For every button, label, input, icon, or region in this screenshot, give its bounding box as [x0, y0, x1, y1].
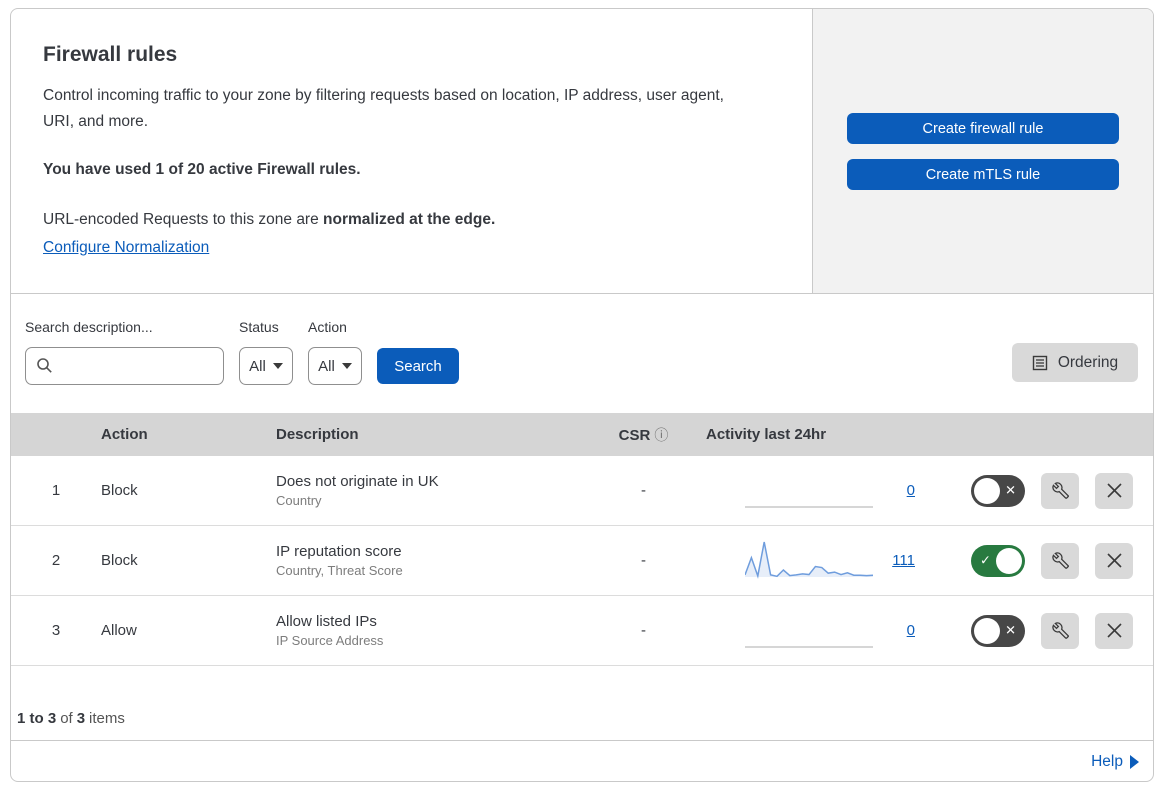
rule-controls: ✕: [921, 612, 1153, 649]
search-label: Search description...: [25, 319, 153, 335]
rule-description: Allow listed IPs: [276, 613, 377, 630]
info-icon[interactable]: ⓘ: [654, 427, 668, 443]
rule-description-cell: Allow listed IPs IP Source Address: [276, 613, 596, 648]
rule-description: Does not originate in UK: [276, 473, 439, 490]
page-title: Firewall rules: [43, 43, 178, 66]
rule-enabled-toggle[interactable]: ✓: [971, 544, 1025, 577]
create-mtls-rule-button[interactable]: Create mTLS rule: [847, 159, 1119, 190]
toggle-knob: [996, 547, 1022, 574]
cta-panel: Create firewall rule Create mTLS rule: [812, 9, 1153, 293]
chevron-down-icon: [272, 363, 283, 369]
delete-rule-button[interactable]: [1095, 472, 1133, 509]
rule-csr: -: [641, 482, 646, 499]
wrench-icon: [1051, 552, 1069, 569]
rule-activity-cell: 0: [691, 608, 921, 654]
rule-action: Block: [101, 482, 138, 499]
rule-enabled-toggle[interactable]: ✕: [971, 474, 1025, 507]
rule-controls: ✕: [921, 472, 1153, 509]
activity-sparkline: [745, 645, 873, 648]
configure-normalization-link[interactable]: Configure Normalization: [43, 239, 209, 256]
wrench-icon: [1051, 482, 1069, 499]
edit-rule-button[interactable]: [1041, 542, 1079, 579]
toggle-knob: [974, 477, 1000, 504]
usage-summary: You have used 1 of 20 active Firewall ru…: [43, 161, 361, 178]
status-dropdown[interactable]: All: [239, 347, 293, 385]
pagination-total: 3: [76, 710, 86, 727]
search-input[interactable]: [25, 347, 224, 385]
rule-action: Block: [101, 552, 138, 569]
pagination-summary: 1 to 3 of 3 items: [11, 666, 1153, 741]
rule-description-cell: IP reputation score Country, Threat Scor…: [276, 543, 596, 578]
rule-activity-cell: 0: [691, 468, 921, 514]
toggle-state-icon: ✕: [1005, 482, 1016, 498]
chevron-down-icon: [341, 363, 352, 369]
table-header: Action Description CSR ⓘ Activity last 24…: [11, 413, 1153, 456]
activity-count-link[interactable]: 0: [887, 482, 915, 499]
status-dropdown-value: All: [249, 357, 266, 375]
header-section: Firewall rules Control incoming traffic …: [11, 9, 1153, 294]
rule-priority: 2: [51, 552, 61, 569]
rule-csr: -: [641, 552, 646, 569]
search-icon: [37, 358, 52, 373]
help-bar: Help: [11, 741, 1153, 781]
action-dropdown[interactable]: All: [308, 347, 362, 385]
pagination-range: 1 to 3: [17, 710, 57, 727]
rule-priority: 3: [51, 622, 61, 639]
toggle-knob: [974, 617, 1000, 644]
firewall-rules-card: Firewall rules Control incoming traffic …: [10, 8, 1154, 782]
help-label: Help: [1091, 752, 1123, 770]
arrow-right-icon: [1130, 754, 1139, 769]
delete-rule-button[interactable]: [1095, 542, 1133, 579]
rule-controls: ✓: [921, 542, 1153, 579]
column-header-activity: Activity last 24hr: [706, 426, 827, 443]
column-header-csr: CSR ⓘ: [618, 426, 669, 444]
edit-rule-button[interactable]: [1041, 612, 1079, 649]
close-icon: [1106, 623, 1122, 638]
column-header-action: Action: [101, 426, 148, 443]
rule-description-cell: Does not originate in UK Country: [276, 473, 596, 508]
ordering-button[interactable]: Ordering: [1012, 343, 1138, 382]
pagination-items: items: [89, 710, 125, 727]
edit-rule-button[interactable]: [1041, 472, 1079, 509]
close-icon: [1106, 553, 1122, 568]
action-label: Action: [308, 319, 347, 335]
filter-section: Search description... Status All Action: [11, 294, 1153, 413]
wrench-icon: [1051, 622, 1069, 639]
toggle-state-icon: ✓: [980, 552, 991, 568]
rule-activity-cell: 111: [691, 538, 921, 584]
action-dropdown-value: All: [318, 357, 335, 375]
help-link[interactable]: Help: [1091, 753, 1139, 771]
rule-csr: -: [641, 622, 646, 639]
activity-count-link[interactable]: 111: [887, 552, 915, 569]
table-row: 2 Block IP reputation score Country, Thr…: [11, 526, 1153, 596]
search-button[interactable]: Search: [377, 348, 459, 384]
rule-priority: 1: [51, 482, 61, 499]
ordering-list-icon: [1032, 355, 1048, 370]
status-label: Status: [239, 319, 279, 335]
table-row: 1 Block Does not originate in UK Country…: [11, 456, 1153, 526]
rule-fields: Country: [276, 493, 322, 508]
activity-sparkline: [745, 505, 873, 508]
rule-fields: Country, Threat Score: [276, 563, 403, 578]
toggle-state-icon: ✕: [1005, 622, 1016, 638]
ordering-button-label: Ordering: [1057, 353, 1119, 371]
page-description: Control incoming traffic to your zone by…: [43, 87, 724, 130]
rule-enabled-toggle[interactable]: ✕: [971, 614, 1025, 647]
normalization-text: URL-encoded Requests to this zone are: [43, 211, 324, 228]
normalization-bold: normalized at the edge.: [323, 211, 496, 228]
rule-fields: IP Source Address: [276, 633, 384, 648]
activity-sparkline: [745, 541, 873, 579]
activity-count-link[interactable]: 0: [887, 622, 915, 639]
rule-description: IP reputation score: [276, 543, 402, 560]
table-row: 3 Allow Allow listed IPs IP Source Addre…: [11, 596, 1153, 666]
normalization-note: URL-encoded Requests to this zone are no…: [43, 207, 753, 233]
intro-block: Firewall rules Control incoming traffic …: [11, 9, 812, 293]
delete-rule-button[interactable]: [1095, 612, 1133, 649]
rule-action: Allow: [101, 622, 137, 639]
pagination-of: of: [60, 710, 73, 727]
create-firewall-rule-button[interactable]: Create firewall rule: [847, 113, 1119, 144]
close-icon: [1106, 483, 1122, 498]
column-header-description: Description: [276, 426, 359, 443]
